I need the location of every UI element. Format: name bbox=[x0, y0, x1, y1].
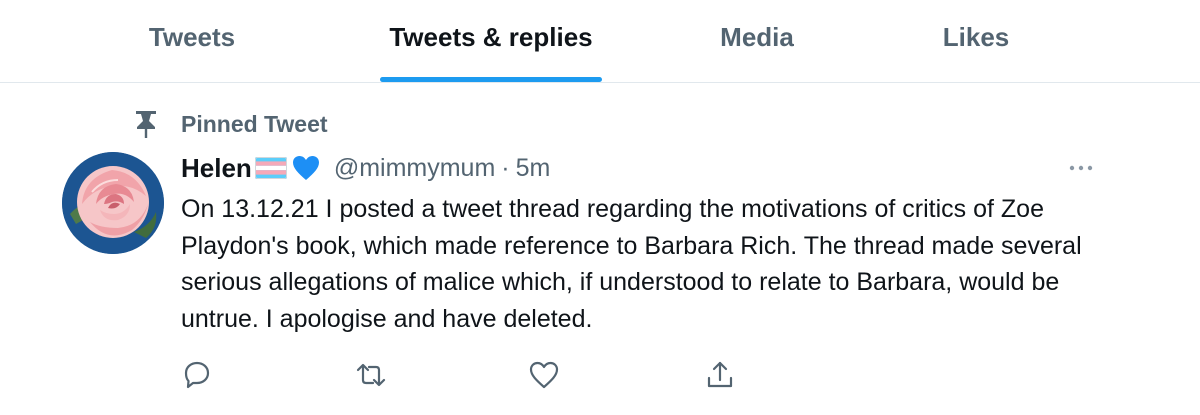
profile-tabs: Tweets Tweets & replies Media Likes bbox=[0, 0, 1200, 83]
reply-icon[interactable] bbox=[180, 358, 214, 392]
avatar[interactable] bbox=[62, 152, 164, 254]
blue-heart-icon bbox=[292, 156, 319, 180]
more-options-icon[interactable] bbox=[1066, 158, 1096, 178]
active-tab-indicator bbox=[380, 77, 602, 82]
pinned-tweet-label: Pinned Tweet bbox=[181, 111, 328, 137]
tweet-header: Helen @mimmymum · 5m bbox=[181, 148, 550, 188]
pink-rose-avatar-image bbox=[62, 152, 164, 254]
tab-tweets-label: Tweets bbox=[148, 21, 236, 52]
tab-likes[interactable]: Likes bbox=[938, 0, 1014, 82]
pin-icon bbox=[136, 111, 156, 138]
share-icon[interactable] bbox=[703, 358, 737, 392]
author-handle[interactable]: @mimmymum bbox=[334, 154, 495, 183]
tweet-text: On 13.12.21 I posted a tweet thread rega… bbox=[181, 195, 1082, 333]
meta-separator: · bbox=[501, 153, 510, 182]
tab-likes-label: Likes bbox=[942, 21, 1010, 52]
tab-tweets-and-replies-label: Tweets & replies bbox=[389, 21, 593, 52]
transgender-flag-icon bbox=[254, 157, 287, 179]
tweet-timestamp[interactable]: 5m bbox=[516, 154, 551, 183]
retweet-icon[interactable] bbox=[354, 358, 388, 392]
tab-media-label: Media bbox=[720, 21, 794, 52]
author-name[interactable]: Helen bbox=[181, 153, 252, 184]
pinned-indicator: Pinned Tweet bbox=[0, 104, 600, 144]
like-icon[interactable] bbox=[527, 358, 561, 392]
tab-tweets-and-replies[interactable]: Tweets & replies bbox=[380, 0, 602, 82]
tab-tweets[interactable]: Tweets bbox=[142, 0, 242, 82]
tab-media[interactable]: Media bbox=[712, 0, 802, 82]
